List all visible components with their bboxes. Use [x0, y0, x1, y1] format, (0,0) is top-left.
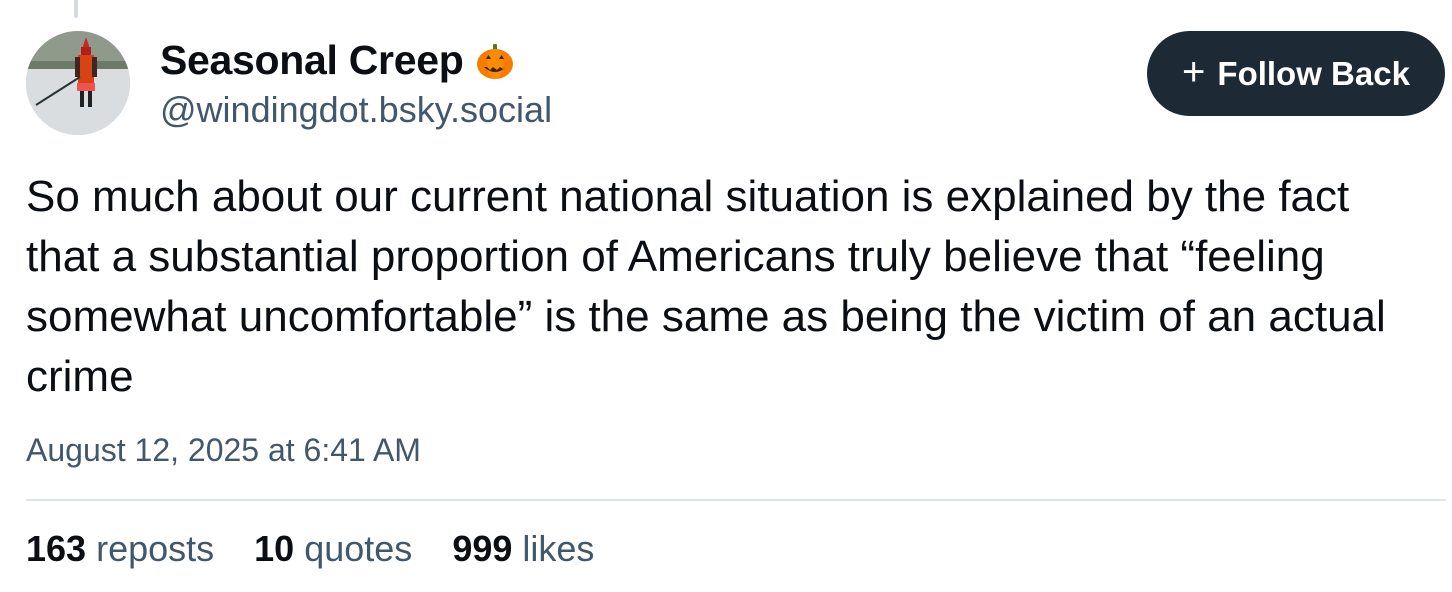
- quotes-label: quotes: [304, 528, 413, 569]
- likes-count: 999: [452, 528, 513, 569]
- follow-back-button[interactable]: + Follow Back: [1147, 31, 1445, 116]
- hockey-player-avatar-icon: [26, 31, 130, 135]
- plus-icon: +: [1182, 49, 1206, 94]
- likes-label: likes: [522, 528, 595, 569]
- post-timestamp[interactable]: August 12, 2025 at 6:41 AM: [26, 432, 421, 469]
- quotes-stat[interactable]: 10 quotes: [254, 528, 412, 570]
- post-stats: 163 reposts 10 quotes 999 likes: [26, 528, 634, 570]
- quotes-count: 10: [254, 528, 295, 569]
- reposts-stat[interactable]: 163 reposts: [26, 528, 214, 570]
- author-name-text: Seasonal Creep: [160, 37, 464, 83]
- reposts-count: 163: [26, 528, 87, 569]
- post-text: So much about our current national situa…: [26, 172, 1399, 401]
- author-handle[interactable]: @windingdot.bsky.social: [160, 89, 552, 131]
- likes-stat[interactable]: 999 likes: [452, 528, 594, 570]
- author-display-name[interactable]: Seasonal Creep: [160, 37, 515, 84]
- divider: [26, 499, 1446, 501]
- pumpkin-icon: [475, 41, 515, 81]
- follow-back-label: Follow Back: [1217, 54, 1410, 92]
- thread-connector-line: [74, 0, 78, 18]
- avatar[interactable]: [26, 31, 130, 135]
- reposts-label: reposts: [96, 528, 215, 569]
